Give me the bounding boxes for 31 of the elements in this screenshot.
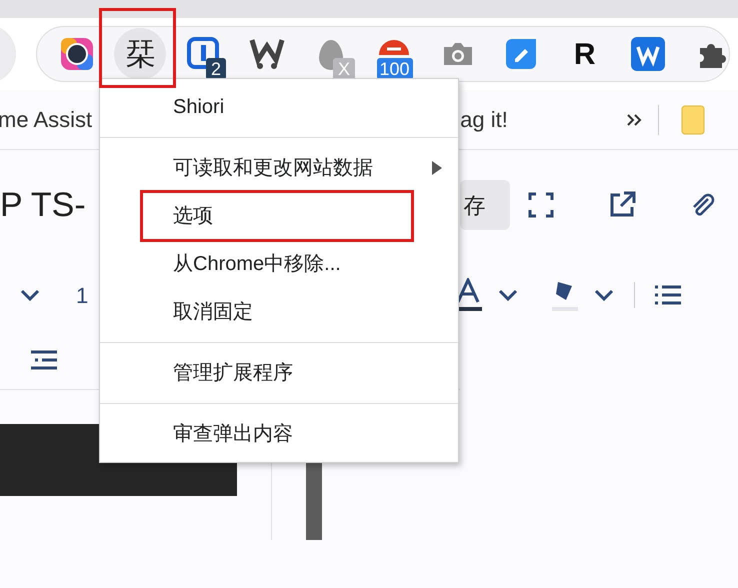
menu-item[interactable]: 取消固定 bbox=[173, 297, 253, 327]
submenu-arrow-icon bbox=[432, 161, 442, 175]
w-logo-icon[interactable] bbox=[631, 37, 666, 71]
count-badge: 100 bbox=[376, 58, 413, 80]
chevron-down-icon[interactable] bbox=[594, 289, 614, 301]
font-size-value[interactable]: 1 bbox=[76, 278, 88, 312]
dome-icon[interactable] bbox=[377, 39, 412, 55]
list-icon[interactable] bbox=[655, 284, 682, 306]
chevron-down-icon[interactable] bbox=[498, 289, 518, 301]
menu-item[interactable]: 审查弹出内容 bbox=[173, 419, 293, 449]
count-badge: X bbox=[333, 58, 356, 80]
external-link-icon[interactable] bbox=[608, 191, 636, 219]
extension-button[interactable]: 栞 bbox=[114, 28, 166, 80]
outline-icon[interactable] bbox=[31, 348, 57, 370]
count-badge: 2 bbox=[206, 58, 226, 80]
menu-item[interactable]: 可读取和更改网站数据 bbox=[173, 153, 373, 183]
menu-item[interactable]: 选项 bbox=[173, 201, 213, 231]
menu-item[interactable]: 管理扩展程序 bbox=[173, 358, 293, 388]
bookmark-link[interactable]: ag it! bbox=[460, 103, 508, 136]
save-button[interactable]: 存 bbox=[460, 180, 510, 230]
menu-item[interactable]: 从Chrome中移除... bbox=[173, 249, 341, 279]
w-logo-icon[interactable] bbox=[249, 38, 286, 70]
menu-title: Shiori bbox=[173, 95, 224, 120]
fullscreen-icon[interactable] bbox=[528, 192, 554, 218]
ring-icon[interactable] bbox=[60, 37, 94, 71]
chevron-down-icon[interactable] bbox=[20, 289, 40, 301]
document-title: P TS- bbox=[0, 184, 86, 226]
camera-icon[interactable] bbox=[442, 41, 474, 67]
extension-icon[interactable]: R bbox=[574, 32, 596, 76]
tag-icon[interactable] bbox=[504, 37, 538, 71]
more-bookmarks-icon[interactable] bbox=[626, 112, 642, 126]
